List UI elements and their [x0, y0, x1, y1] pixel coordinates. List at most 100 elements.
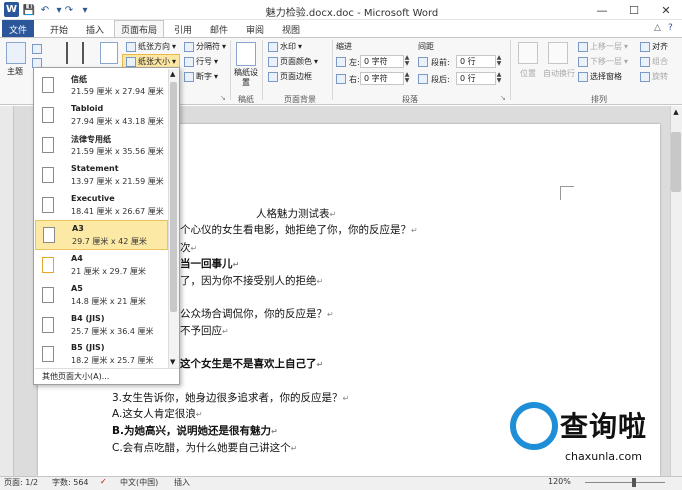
spacing-after-field[interactable]: 0 行 — [456, 72, 496, 85]
zoom-slider[interactable] — [585, 482, 665, 483]
status-words[interactable]: 字数: 564 — [52, 477, 89, 488]
paper-size-option[interactable]: A4 21 厘米 x 29.7 厘米 — [35, 251, 168, 281]
dropdown-scroll-thumb[interactable] — [170, 82, 177, 312]
paper-size-option[interactable]: Statement 13.97 厘米 x 21.59 厘米 — [35, 161, 168, 191]
themes-icon[interactable] — [6, 42, 26, 64]
bring-forward-button[interactable]: 上移一层 ▾ — [578, 41, 628, 52]
save-icon[interactable]: 💾 — [22, 3, 36, 17]
indent-left-field[interactable]: 0 字符 — [360, 55, 404, 68]
tab-references[interactable]: 引用 — [166, 20, 200, 38]
doc-line[interactable]: 次↵ — [180, 240, 197, 255]
minimize-icon[interactable]: — — [586, 0, 618, 20]
margins-icon[interactable] — [100, 42, 118, 64]
doc-line[interactable]: 不予回应↵ — [180, 323, 229, 338]
indent-right-field[interactable]: 0 字符 — [360, 72, 404, 85]
hyphenation-button[interactable]: 断字 ▾ — [184, 71, 218, 82]
ribbon-collapse-icon[interactable]: △ — [654, 23, 661, 33]
paper-size-option[interactable]: Tabloid 27.94 厘米 x 43.18 厘米 — [35, 101, 168, 131]
page-setup-launcher-icon[interactable]: ↘ — [220, 94, 226, 102]
scroll-thumb[interactable] — [671, 132, 681, 192]
paper-icon — [42, 107, 54, 123]
paragraph-launcher-icon[interactable]: ↘ — [500, 94, 506, 102]
tab-mailings[interactable]: 邮件 — [202, 20, 236, 38]
tab-file[interactable]: 文件 — [2, 20, 34, 38]
doc-line[interactable]: 这个女生是不是喜欢上自己了↵ — [180, 356, 323, 371]
line-numbers-button[interactable]: 行号 ▾ — [184, 56, 218, 67]
scroll-down-icon[interactable]: ▼ — [170, 358, 175, 366]
manuscript-icon[interactable] — [236, 42, 256, 66]
watermark-url: chaxunla.com — [565, 450, 642, 463]
page-color-button[interactable]: 页面颜色 ▾ — [268, 56, 318, 67]
undo-icon[interactable]: ↶ — [38, 3, 52, 17]
spacing-after-spinner[interactable]: ▲ ▼ — [495, 72, 503, 84]
watermark-button[interactable]: 水印 ▾ — [268, 41, 302, 52]
tab-page-layout[interactable]: 页面布局 — [114, 20, 164, 38]
status-mode[interactable]: 插入 — [174, 477, 190, 488]
indent-left-icon — [336, 57, 346, 67]
text-direction-icon[interactable] — [66, 42, 84, 64]
paper-size-option-selected[interactable]: A3 29.7 厘米 x 42 厘米 — [35, 220, 168, 250]
status-zoom[interactable]: 120% — [548, 477, 571, 486]
spacing-before-spinner[interactable]: ▲ ▼ — [495, 55, 503, 67]
paper-icon — [42, 346, 54, 362]
position-label[interactable]: 位置 — [514, 68, 542, 79]
vertical-ruler — [0, 106, 14, 476]
spacing-before-field[interactable]: 0 行 — [456, 55, 496, 68]
wrap-text-icon[interactable] — [548, 42, 568, 64]
paper-size-dropdown: 信纸 21.59 厘米 x 27.94 厘米 Tabloid 27.94 厘米 … — [33, 67, 180, 385]
paper-size-option[interactable]: 法律专用纸 21.59 厘米 x 35.56 厘米 — [35, 131, 168, 161]
breaks-button[interactable]: 分隔符 ▾ — [184, 41, 226, 52]
proofing-icon[interactable]: ✓ — [100, 477, 107, 486]
redo-icon[interactable]: ↷ — [62, 3, 76, 17]
orientation-button[interactable]: 纸张方向 ▾ — [126, 41, 176, 52]
tab-home[interactable]: 开始 — [42, 20, 76, 38]
indent-right-spinner[interactable]: ▲ ▼ — [403, 72, 411, 84]
manuscript-button-label[interactable]: 稿纸设置 — [232, 68, 260, 88]
close-icon[interactable]: ✕ — [650, 0, 682, 20]
paper-size-option[interactable]: B4 (JIS) 25.7 厘米 x 36.4 厘米 — [35, 311, 168, 341]
paper-size-option[interactable]: Executive 18.41 厘米 x 26.67 厘米 — [35, 191, 168, 221]
page-border-button[interactable]: 页面边框 — [268, 71, 312, 82]
doc-line[interactable]: C.会有点吃醋，为什么她要自己讲这个↵ — [112, 440, 297, 455]
paper-icon — [42, 77, 54, 93]
doc-line[interactable]: 了，因为你不接受别人的拒绝↵ — [180, 273, 323, 288]
wrap-text-label[interactable]: 自动换行 — [542, 68, 576, 79]
selection-pane-button[interactable]: 选择窗格 — [578, 71, 622, 82]
paper-icon — [42, 257, 54, 273]
group-button[interactable]: 组合 — [640, 56, 668, 67]
scroll-up-icon[interactable]: ▲ — [671, 108, 681, 118]
spacing-after-label: 段后: — [431, 75, 450, 84]
doc-line[interactable]: 人格魅力测试表↵ — [256, 206, 336, 221]
paper-icon — [42, 287, 54, 303]
chevron-down-icon: ▾ — [172, 42, 177, 51]
word-logo-icon[interactable]: W — [4, 2, 19, 17]
maximize-icon[interactable]: ☐ — [618, 0, 650, 20]
align-button[interactable]: 对齐 — [640, 41, 668, 52]
scroll-up-icon[interactable]: ▲ — [170, 70, 175, 78]
doc-line[interactable]: A.这女人肯定很浪↵ — [112, 406, 203, 421]
doc-line[interactable]: 3.女生告诉你，她身边很多追求者，你的反应是？↵ — [112, 390, 349, 405]
doc-line[interactable]: B.为她高兴，说明她还是很有魅力↵ — [112, 423, 278, 438]
paper-size-option[interactable]: 信纸 21.59 厘米 x 27.94 厘米 — [35, 71, 168, 101]
tab-insert[interactable]: 插入 — [78, 20, 112, 38]
position-icon[interactable] — [518, 42, 538, 64]
zoom-slider-thumb[interactable] — [632, 478, 636, 487]
help-icon[interactable]: ? — [668, 23, 673, 33]
doc-line[interactable]: 当一回事儿↵ — [180, 256, 239, 271]
paper-size-option[interactable]: A5 14.8 厘米 x 21 厘米 — [35, 281, 168, 311]
more-paper-sizes-link[interactable]: 其他页面大小(A)... — [42, 371, 109, 382]
doc-line[interactable]: 个心仪的女生看电影，她拒绝了你，你的反应是？↵ — [180, 222, 418, 237]
send-backward-button[interactable]: 下移一层 ▾ — [578, 56, 628, 67]
customize-qat-icon[interactable]: ▾ — [78, 3, 92, 17]
indent-left-spinner[interactable]: ▲ ▼ — [403, 55, 411, 67]
tab-review[interactable]: 审阅 — [238, 20, 272, 38]
status-language[interactable]: 中文(中国) — [120, 477, 158, 488]
paper-size-option[interactable]: B5 (JIS) 18.2 厘米 x 25.7 厘米 — [35, 340, 168, 368]
paper-icon — [42, 167, 54, 183]
status-page[interactable]: 页面: 1/2 — [4, 477, 38, 488]
tab-view[interactable]: 视图 — [274, 20, 308, 38]
rotate-button[interactable]: 旋转 — [640, 71, 668, 82]
spacing-before-label: 段前: — [431, 58, 450, 67]
doc-line[interactable]: 公众场合调侃你，你的反应是？↵ — [180, 306, 334, 321]
theme-colors-icon[interactable] — [32, 44, 42, 54]
